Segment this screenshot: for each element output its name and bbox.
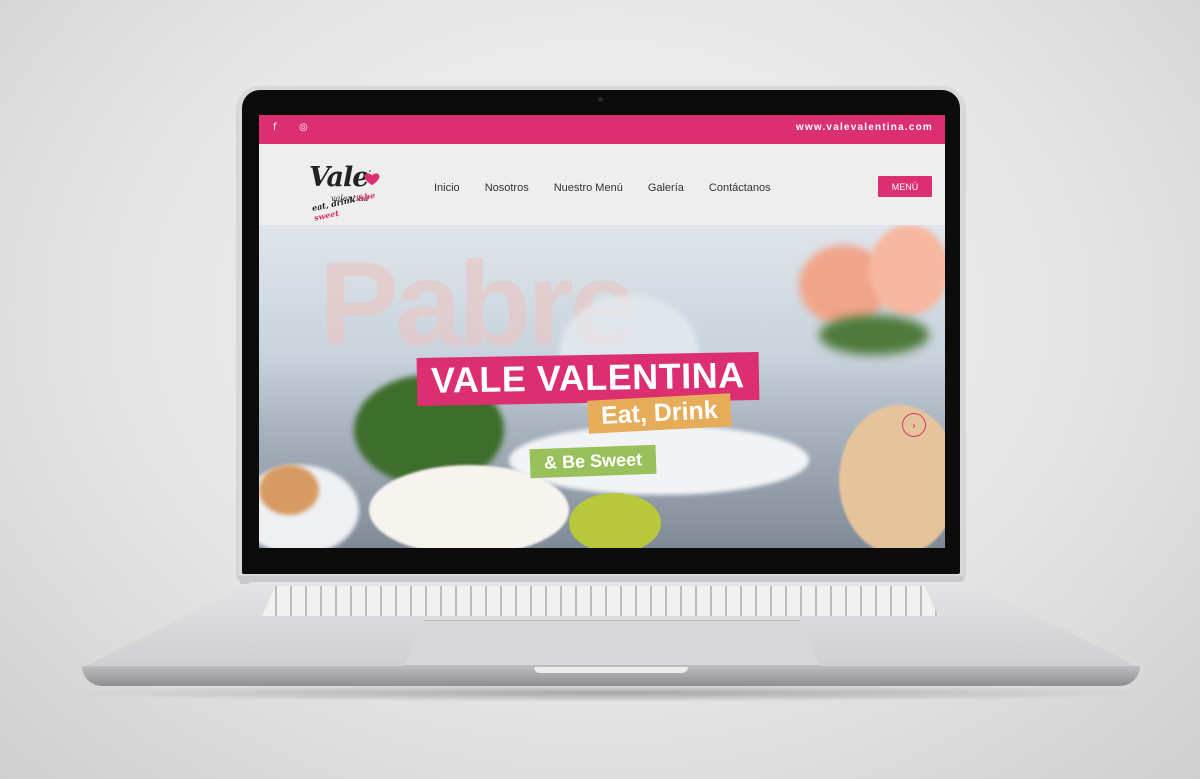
top-bar: f ◎ www.valevalentina.com (259, 115, 945, 144)
nav-link-galeria[interactable]: Galería (648, 182, 684, 194)
laptop-shadow (60, 684, 1160, 702)
keyboard (262, 586, 938, 616)
trackpad (404, 620, 820, 666)
cake-roll (839, 405, 945, 548)
site-url[interactable]: www.valevalentina.com (796, 122, 933, 133)
site-logo[interactable]: Vale valentina eat, drink &be sweet (307, 162, 387, 223)
hero-subtitle-be-sweet: & Be Sweet (529, 444, 657, 479)
nav-link-contactanos[interactable]: Contáctanos (709, 182, 771, 194)
nav-link-nosotros[interactable]: Nosotros (485, 182, 529, 194)
leaves-decoration (819, 315, 929, 355)
heart-cup-icon (364, 170, 380, 186)
lid-notch (534, 667, 688, 673)
website-screen: f ◎ www.valevalentina.com Vale valentina… (259, 115, 945, 548)
menu-button[interactable]: MENÚ (878, 176, 932, 197)
lime-slice (569, 493, 661, 548)
navigation-bar: Vale valentina eat, drink &be sweet Inic… (259, 144, 945, 225)
nav-link-inicio[interactable]: Inicio (434, 182, 460, 194)
flower-decoration (869, 225, 945, 315)
camera-icon (598, 97, 603, 102)
pastry-decoration (259, 465, 319, 515)
laptop-mockup: f ◎ www.valevalentina.com Vale valentina… (0, 0, 1200, 779)
nav-link-nuestro-menu[interactable]: Nuestro Menú (554, 182, 623, 194)
logo-wordmark: Vale (309, 162, 369, 193)
instagram-icon[interactable]: ◎ (299, 122, 308, 133)
facebook-icon[interactable]: f (273, 122, 277, 133)
hero-banner: Pabre VALE VALENTINA Eat, Drink & Be Swe… (259, 225, 945, 548)
slider-next-button[interactable]: › (902, 413, 926, 437)
nav-links: Inicio Nosotros Nuestro Menú Galería Con… (434, 182, 796, 194)
